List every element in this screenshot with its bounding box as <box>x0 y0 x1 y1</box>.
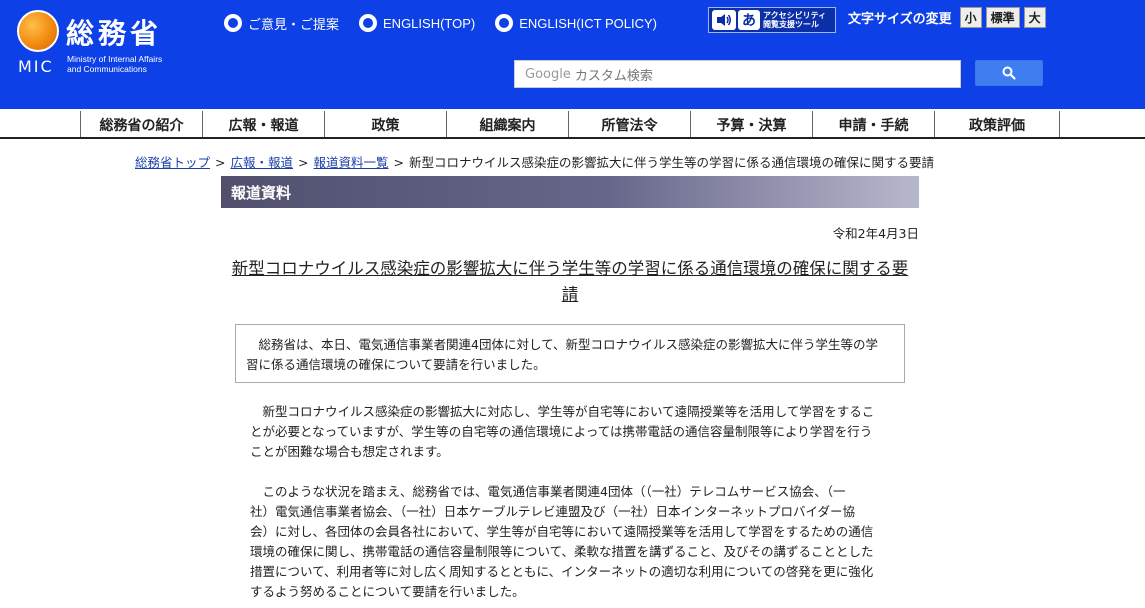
breadcrumb-press[interactable]: 広報・報道 <box>231 155 294 170</box>
p2-line: 環境の確保に関し、携帯電話の通信容量制限等について、柔軟な措置を講ずること、及び… <box>250 544 874 559</box>
logo-english-line1: Ministry of Internal Affairs <box>67 54 163 64</box>
logo-english-line2: and Communications <box>67 64 147 74</box>
link-english-ict[interactable]: ENGLISH(ICT POLICY) <box>495 12 657 34</box>
breadcrumb-separator: > <box>393 155 404 170</box>
search-placeholder: カスタム検索 <box>574 68 653 84</box>
section-title: 報道資料 <box>221 176 919 208</box>
hiragana-a-icon: あ <box>738 10 760 30</box>
p2-line: 会）に対し、各団体の会員各社において、学生等が自宅等において遠隔授業等を活用して… <box>250 524 874 539</box>
body-paragraph-1: 新型コロナウイルス感染症の影響拡大に対応し、学生等が自宅等において遠隔授業等を活… <box>250 402 890 462</box>
search-button[interactable] <box>975 60 1043 86</box>
radio-icon <box>359 14 378 32</box>
nav-item-applications[interactable]: 申請・手続 <box>813 111 935 138</box>
link-feedback-label: ご意見・ご提案 <box>248 16 340 32</box>
article-title: 新型コロナウイルス感染症の影響拡大に伴う学生等の学習に係る通信環境の確保に関する… <box>221 256 919 308</box>
breadcrumb-separator: > <box>215 155 226 170</box>
accessibility-tool-label: アクセシビリティ 閲覧支援ツール <box>763 11 826 29</box>
breadcrumb-separator: > <box>298 155 309 170</box>
article-title-line2: 請 <box>561 285 579 304</box>
p2-line: 社）電気通信事業者協会、（一社）日本ケーブルテレビ連盟及び（一社）日本インターネ… <box>250 504 856 519</box>
nav-item-evaluation[interactable]: 政策評価 <box>935 111 1060 138</box>
link-english-top-label: ENGLISH(TOP) <box>383 15 476 31</box>
nav-item-budget[interactable]: 予算・決算 <box>691 111 813 138</box>
nav-item-press[interactable]: 広報・報道 <box>203 111 325 138</box>
link-english-top[interactable]: ENGLISH(TOP) <box>359 12 475 34</box>
nav-divider-bottom <box>0 137 1145 139</box>
nav-item-laws[interactable]: 所管法令 <box>569 111 691 138</box>
accessibility-tool-button[interactable]: あ アクセシビリティ 閲覧支援ツール <box>708 7 836 33</box>
summary-box: 総務省は、本日、電気通信事業者関連4団体に対して、新型コロナウイルス感染症の影響… <box>235 324 905 383</box>
link-english-ict-label: ENGLISH(ICT POLICY) <box>519 15 657 31</box>
top-links: ご意見・ご提案 ENGLISH(TOP) ENGLISH(ICT POLICY) <box>224 12 677 34</box>
font-size-small-button[interactable]: 小 <box>959 6 982 28</box>
breadcrumb: 総務省トップ > 広報・報道 > 報道資料一覧 > 新型コロナウイルス感染症の影響拡大に伴う… <box>135 152 934 171</box>
speaker-icon <box>712 10 736 30</box>
radio-icon <box>224 14 242 32</box>
radio-icon <box>495 14 514 32</box>
search-brand: Google <box>525 66 571 82</box>
body-paragraph-2: このような状況を踏まえ、総務省では、電気通信事業者関連4団体（（一社）テレコムサ… <box>250 482 890 602</box>
p2-line: このような状況を踏まえ、総務省では、電気通信事業者関連4団体（（一社）テレコムサ… <box>262 484 846 499</box>
p2-line: 措置について、利用者等に対し広く周知するとともに、インターネットの適切な利用につ… <box>250 564 874 579</box>
accessibility-line1: アクセシビリティ <box>763 11 827 20</box>
search-icon <box>1002 66 1016 80</box>
breadcrumb-press-list[interactable]: 報道資料一覧 <box>314 155 389 170</box>
font-size-control: 文字サイズの変更 小 標準 大 <box>848 6 1050 28</box>
summary-line1: 総務省は、本日、電気通信事業者関連4団体に対して、新型コロナウイルス感染症の影響… <box>258 337 878 352</box>
accessibility-line2: 閲覧支援ツール <box>763 20 819 29</box>
p1-line: 新型コロナウイルス感染症の影響拡大に対応し、学生等が自宅等において遠隔授業等を活… <box>262 404 875 419</box>
p1-line: とが必要となっていますが、学生等の自宅等の通信環境によっては携帯電話の通信容量制… <box>250 424 873 439</box>
font-size-standard-button[interactable]: 標準 <box>985 6 1020 28</box>
font-size-large-button[interactable]: 大 <box>1023 6 1046 28</box>
logo-kanji: 総務省 <box>66 17 163 50</box>
logo-english: Ministry of Internal Affairs and Communi… <box>67 54 162 74</box>
font-size-label: 文字サイズの変更 <box>848 11 952 27</box>
p2-line: するよう努めることについて要請を行いました。 <box>250 584 525 599</box>
search-input[interactable]: Google カスタム検索 <box>514 60 961 88</box>
article-title-line1: 新型コロナウイルス感染症の影響拡大に伴う学生等の学習に係る通信環境の確保に関する… <box>231 259 909 278</box>
mic-logo[interactable]: 総務省 MIC Ministry of Internal Affairs and… <box>16 8 216 78</box>
mic-logo-icon <box>17 10 59 52</box>
logo-abbr: MIC <box>18 57 54 76</box>
release-date: 令和2年4月3日 <box>832 226 919 241</box>
nav-item-policy[interactable]: 政策 <box>325 111 447 138</box>
nav-item-about[interactable]: 総務省の紹介 <box>81 111 203 138</box>
p1-line: ことが困難な場合も想定されます。 <box>250 444 449 459</box>
breadcrumb-current: 新型コロナウイルス感染症の影響拡大に伴う学生等の学習に係る通信環境の確保に関する… <box>409 155 935 170</box>
breadcrumb-top[interactable]: 総務省トップ <box>135 155 210 170</box>
global-nav: 総務省の紹介 広報・報道 政策 組織案内 所管法令 予算・決算 申請・手続 政策… <box>80 111 1060 138</box>
summary-line2: 習に係る通信環境の確保について要請を行いました。 <box>246 357 546 372</box>
nav-item-organization[interactable]: 組織案内 <box>447 111 569 138</box>
link-feedback[interactable]: ご意見・ご提案 <box>224 12 339 34</box>
site-header: 総務省 MIC Ministry of Internal Affairs and… <box>0 0 1145 109</box>
